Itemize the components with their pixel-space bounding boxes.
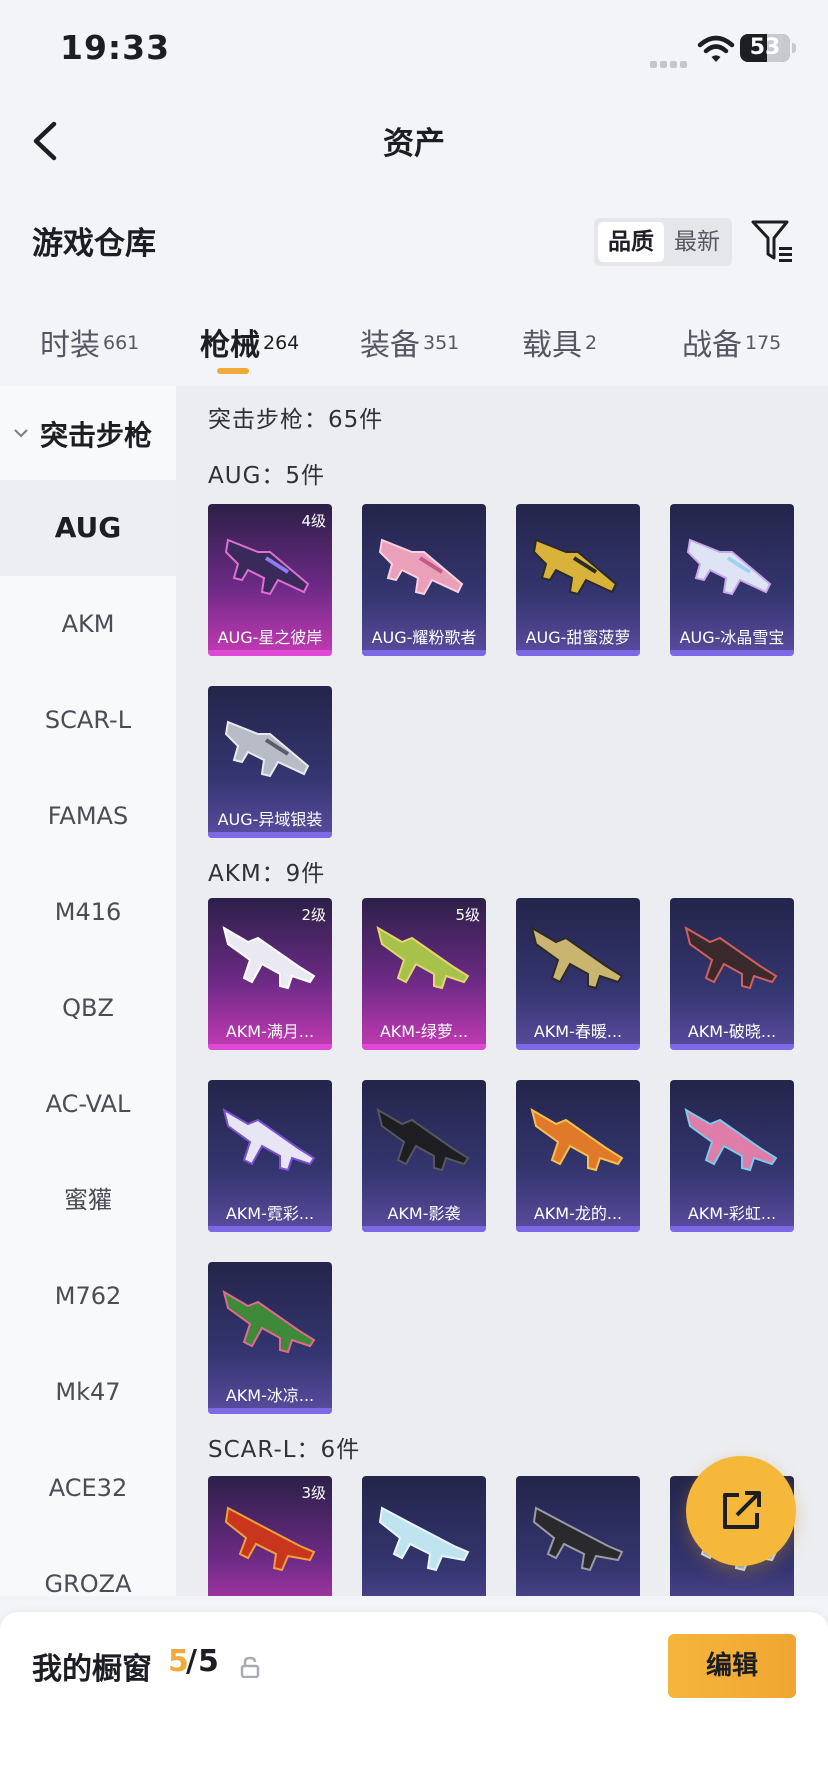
weapon-image — [222, 925, 316, 990]
weapon-image — [376, 1107, 470, 1172]
weapon-card[interactable]: AUG-耀粉歌者 — [362, 504, 486, 656]
showcase-label: 我的橱窗 — [32, 1652, 152, 1687]
weapon-image — [684, 1107, 778, 1172]
category-count: 突击步枪：65件 — [208, 407, 384, 433]
weapon-card[interactable] — [362, 1476, 486, 1596]
sort-newest-button[interactable]: 最新 — [664, 222, 730, 262]
weapon-image — [532, 1506, 624, 1572]
status-bar: 19:33 53 — [0, 0, 828, 100]
sidebar-item-akm[interactable]: AKM — [0, 576, 176, 672]
weapon-name: AKM-春暖... — [533, 1022, 623, 1041]
lock-icon[interactable] — [240, 1656, 260, 1678]
edit-button[interactable]: 编辑 — [668, 1634, 796, 1698]
warehouse-title: 游戏仓库 — [32, 226, 156, 262]
weapon-card[interactable]: AKM-影袭 — [362, 1080, 486, 1232]
showcase-total-count: 5 — [198, 1644, 219, 1679]
weapon-card[interactable]: AUG-异域银装 — [208, 686, 332, 838]
sidebar-item-ac-val[interactable]: AC-VAL — [0, 1056, 176, 1152]
sidebar-group-assault-rifles[interactable]: 突击步枪 — [0, 410, 176, 460]
weapon-image — [532, 538, 618, 596]
weapon-card[interactable]: AUG-冰晶雪宝 — [670, 504, 794, 656]
sidebar-item-aug[interactable]: AUG — [0, 480, 176, 576]
weapon-card[interactable]: 4级 AUG-星之彼岸 — [208, 504, 332, 656]
sidebar-item-m416[interactable]: M416 — [0, 864, 176, 960]
sort-quality-button[interactable]: 品质 — [598, 222, 664, 262]
weapon-image — [222, 1289, 316, 1354]
weapon-card[interactable]: AKM-龙的... — [516, 1080, 640, 1232]
weapon-name: AUG-星之彼岸 — [217, 628, 323, 647]
signal-icon — [650, 53, 690, 68]
sidebar-item-qbz[interactable]: QBZ — [0, 960, 176, 1056]
weapon-name: AKM-霓彩... — [225, 1204, 315, 1223]
weapon-image — [224, 1506, 316, 1572]
weapon-image — [376, 925, 470, 990]
share-button[interactable] — [686, 1456, 796, 1566]
sidebar-item-groza[interactable]: GROZA — [0, 1536, 176, 1596]
sort-toggle: 品质 最新 — [594, 218, 732, 266]
weapon-name: AUG-冰晶雪宝 — [679, 628, 785, 647]
weapon-card[interactable]: AUG-甜蜜菠萝 — [516, 504, 640, 656]
sidebar-item-ace32[interactable]: ACE32 — [0, 1440, 176, 1536]
weapon-card[interactable]: AKM-破晓... — [670, 898, 794, 1050]
weapon-image — [684, 925, 778, 990]
nav-bar: 资产 — [0, 100, 828, 180]
tab-firearms[interactable]: 枪械 264 — [200, 320, 299, 380]
weapon-name: AKM-龙的... — [533, 1204, 623, 1223]
weapon-image — [378, 1506, 470, 1572]
weapon-image — [224, 538, 310, 596]
filter-icon[interactable] — [750, 218, 794, 264]
sidebar-item-honey-badger[interactable]: 蜜獾 — [0, 1152, 176, 1248]
weapon-card[interactable]: 2级 AKM-满月... — [208, 898, 332, 1050]
sidebar-item-mk47[interactable]: Mk47 — [0, 1344, 176, 1440]
section-title-scar-l: SCAR-L：6件 — [208, 1437, 361, 1463]
weapon-card[interactable]: AKM-霓彩... — [208, 1080, 332, 1232]
weapon-name: AUG-异域银装 — [217, 810, 323, 829]
weapon-image — [378, 538, 464, 596]
share-icon — [723, 1491, 761, 1529]
weapon-name: AKM-影袭 — [387, 1204, 461, 1223]
weapon-name: AUG-耀粉歌者 — [371, 628, 477, 647]
section-title-aug: AUG：5件 — [208, 463, 326, 489]
chevron-down-icon — [14, 429, 28, 438]
battery-icon: 53 — [740, 34, 790, 62]
sidebar-item-scar-l[interactable]: SCAR-L — [0, 672, 176, 768]
weapon-grid: 突击步枪：65件 AUG：5件 4级 AUG-星之彼岸 AUG-耀粉歌者 AUG… — [176, 386, 828, 1596]
battery-level: 53 — [749, 35, 781, 60]
assets-page: 19:33 53 资产 游戏仓库 品质 最新 时装 661 枪械 264 装备 … — [0, 0, 828, 1792]
page-title: 资产 — [383, 126, 445, 162]
weapon-name: AKM-绿萝... — [379, 1022, 469, 1041]
warehouse-header: 游戏仓库 品质 最新 — [0, 208, 828, 272]
sidebar-item-m762[interactable]: M762 — [0, 1248, 176, 1344]
weapon-image — [224, 720, 310, 778]
tab-supplies[interactable]: 战备 175 — [682, 320, 781, 380]
weapon-name: AKM-满月... — [225, 1022, 315, 1041]
wifi-icon — [697, 35, 735, 62]
weapon-image — [222, 1107, 316, 1172]
showcase-separator: / — [186, 1644, 197, 1679]
section-title-akm: AKM：9件 — [208, 861, 326, 887]
active-tab-indicator — [217, 368, 249, 374]
weapon-card[interactable]: 5级 AKM-绿萝... — [362, 898, 486, 1050]
weapon-card[interactable]: AKM-冰凉... — [208, 1262, 332, 1414]
weapon-name: AKM-破晓... — [687, 1022, 777, 1041]
tab-vehicles[interactable]: 载具 2 — [522, 320, 597, 380]
weapon-name: AKM-冰凉... — [225, 1386, 315, 1405]
weapon-name: AUG-甜蜜菠萝 — [525, 628, 631, 647]
weapon-card[interactable] — [516, 1476, 640, 1596]
tab-fashion[interactable]: 时装 661 — [40, 320, 139, 380]
weapon-image — [530, 925, 624, 990]
weapon-image — [686, 538, 772, 596]
category-tabs: 时装 661 枪械 264 装备 351 载具 2 战备 175 — [0, 312, 828, 382]
weapon-card[interactable]: AKM-彩虹... — [670, 1080, 794, 1232]
status-time: 19:33 — [60, 28, 171, 67]
tab-equipment[interactable]: 装备 351 — [360, 320, 459, 380]
showcase-footer: 我的橱窗 5 / 5 编辑 — [0, 1612, 828, 1792]
weapon-card[interactable]: AKM-春暖... — [516, 898, 640, 1050]
sidebar-item-famas[interactable]: FAMAS — [0, 768, 176, 864]
weapon-card[interactable]: 3级 — [208, 1476, 332, 1596]
weapon-name: AKM-彩虹... — [687, 1204, 777, 1223]
weapon-image — [530, 1107, 624, 1172]
weapon-sidebar: 突击步枪 AUG AKM SCAR-L FAMAS M416 QBZ AC-VA… — [0, 386, 176, 1596]
